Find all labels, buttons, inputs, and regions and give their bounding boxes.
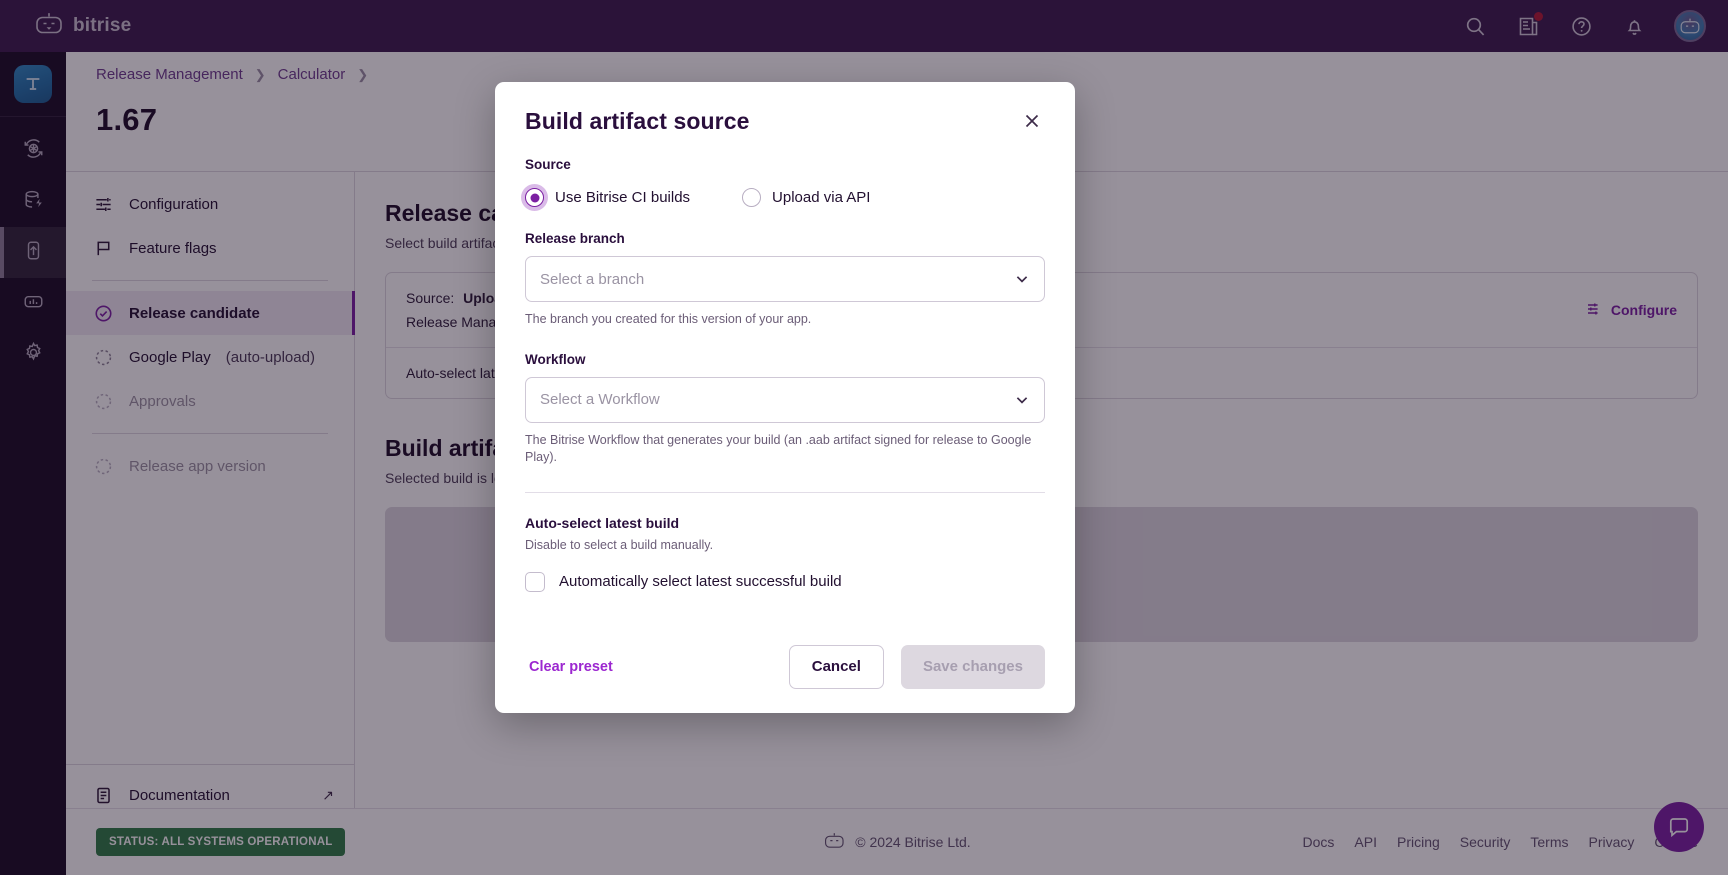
release-branch-placeholder: Select a branch xyxy=(540,271,644,288)
source-radio-group: Use Bitrise CI builds Upload via API xyxy=(525,188,1045,207)
radio-label: Use Bitrise CI builds xyxy=(555,189,690,206)
auto-select-checkbox-label: Automatically select latest successful b… xyxy=(559,573,842,590)
modal-header: Build artifact source xyxy=(525,108,1045,135)
workflow-help: The Bitrise Workflow that generates your… xyxy=(525,432,1045,466)
release-branch-help: The branch you created for this version … xyxy=(525,311,1045,328)
close-icon[interactable] xyxy=(1019,108,1045,134)
chevron-down-icon xyxy=(1014,271,1030,287)
chevron-down-icon xyxy=(1014,392,1030,408)
release-branch-field-group: Release branch Select a branch The branc… xyxy=(525,231,1045,328)
radio-indicator xyxy=(742,188,761,207)
workflow-select[interactable]: Select a Workflow xyxy=(525,377,1045,423)
build-artifact-source-modal: Build artifact source Source Use Bitrise… xyxy=(495,82,1075,713)
auto-select-checkbox[interactable] xyxy=(525,572,545,592)
workflow-placeholder: Select a Workflow xyxy=(540,391,660,408)
radio-use-bitrise-ci-builds[interactable]: Use Bitrise CI builds xyxy=(525,188,690,207)
auto-select-title: Auto-select latest build xyxy=(525,515,1045,531)
radio-label: Upload via API xyxy=(772,189,870,206)
save-changes-button: Save changes xyxy=(901,645,1045,689)
radio-indicator xyxy=(525,188,544,207)
cancel-button[interactable]: Cancel xyxy=(789,645,884,689)
source-field-group: Source Use Bitrise CI builds Upload via … xyxy=(525,157,1045,207)
clear-preset-button[interactable]: Clear preset xyxy=(525,649,617,685)
release-branch-select[interactable]: Select a branch xyxy=(525,256,1045,302)
auto-select-checkbox-row[interactable]: Automatically select latest successful b… xyxy=(525,572,1045,592)
release-branch-label: Release branch xyxy=(525,231,1045,246)
auto-select-group: Auto-select latest build Disable to sele… xyxy=(525,515,1045,592)
app-root: bitrise xyxy=(0,0,1728,875)
source-label: Source xyxy=(525,157,1045,172)
modal-divider xyxy=(525,492,1045,493)
radio-upload-via-api[interactable]: Upload via API xyxy=(742,188,870,207)
workflow-label: Workflow xyxy=(525,352,1045,367)
workflow-field-group: Workflow Select a Workflow The Bitrise W… xyxy=(525,352,1045,466)
auto-select-description: Disable to select a build manually. xyxy=(525,538,1045,552)
modal-title: Build artifact source xyxy=(525,108,750,135)
modal-actions: Clear preset Cancel Save changes xyxy=(525,645,1045,713)
